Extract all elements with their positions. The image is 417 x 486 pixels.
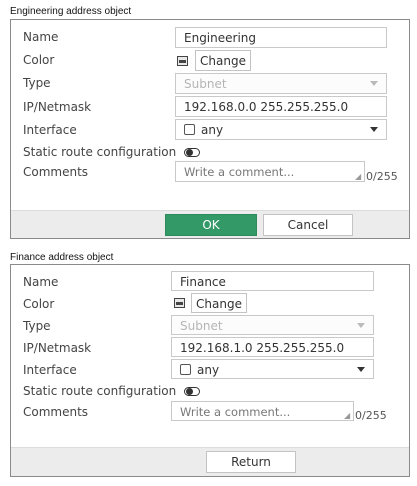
comments-textarea[interactable]: Write a comment...	[175, 161, 365, 182]
type-select[interactable]: Subnet	[175, 73, 387, 94]
interface-value: any	[201, 123, 224, 137]
type-label: Type	[23, 319, 51, 333]
ipmask-label: IP/Netmask	[23, 100, 92, 114]
static-route-row: Static route configuration	[23, 384, 201, 398]
name-input[interactable]: Finance	[171, 271, 374, 291]
type-label: Type	[23, 76, 51, 90]
static-route-label: Static route configuration	[23, 145, 177, 159]
comment-char-count: 0/255	[355, 409, 387, 422]
chevron-down-icon	[357, 323, 365, 328]
comments-label: Comments	[23, 405, 89, 419]
ipmask-input[interactable]: 192.168.0.0 255.255.255.0	[175, 96, 387, 117]
type-value: Subnet	[180, 319, 223, 333]
engineering-address-panel: Name Engineering Color Change Type Subne…	[10, 19, 410, 239]
color-change-button[interactable]: Change	[191, 293, 247, 313]
finance-address-panel: Name Finance Color Change Type Subnet IP…	[10, 264, 410, 477]
resize-handle-icon[interactable]: ◢	[355, 172, 361, 181]
cancel-button[interactable]: Cancel	[263, 214, 353, 236]
chevron-down-icon	[370, 81, 378, 86]
static-route-label: Static route configuration	[23, 384, 177, 398]
resize-handle-icon[interactable]: ◢	[344, 411, 350, 420]
name-input[interactable]: Engineering	[175, 27, 387, 48]
color-label: Color	[23, 297, 55, 311]
return-button[interactable]: Return	[206, 451, 296, 473]
interface-label: Interface	[23, 363, 77, 377]
finance-footer: Return	[11, 447, 409, 476]
static-route-toggle[interactable]	[184, 148, 201, 157]
chevron-down-icon	[370, 127, 378, 132]
engineering-caption: Engineering address object	[10, 6, 132, 17]
finance-caption: Finance address object	[10, 252, 114, 263]
chevron-down-icon	[357, 367, 365, 372]
static-route-toggle[interactable]	[184, 387, 201, 396]
ok-button[interactable]: OK	[165, 214, 257, 236]
static-route-row: Static route configuration	[23, 145, 201, 159]
color-label: Color	[23, 53, 55, 67]
color-change-button[interactable]: Change	[195, 50, 251, 71]
interface-label: Interface	[23, 123, 77, 137]
color-swatch-icon	[177, 56, 188, 66]
checkbox-icon	[184, 124, 195, 135]
checkbox-icon	[180, 364, 191, 375]
name-label: Name	[23, 275, 59, 289]
type-value: Subnet	[184, 77, 227, 91]
comments-textarea[interactable]: Write a comment...	[171, 401, 354, 421]
color-swatch-icon	[174, 298, 185, 308]
comments-label: Comments	[23, 165, 89, 179]
engineering-footer: OK Cancel	[11, 210, 409, 238]
interface-select[interactable]: any	[175, 119, 387, 140]
name-label: Name	[23, 30, 59, 44]
ipmask-input[interactable]: 192.168.1.0 255.255.255.0	[171, 337, 374, 357]
interface-value: any	[197, 363, 220, 377]
ipmask-label: IP/Netmask	[23, 341, 92, 355]
comment-char-count: 0/255	[366, 170, 398, 183]
interface-select[interactable]: any	[171, 359, 374, 379]
type-select[interactable]: Subnet	[171, 315, 374, 335]
